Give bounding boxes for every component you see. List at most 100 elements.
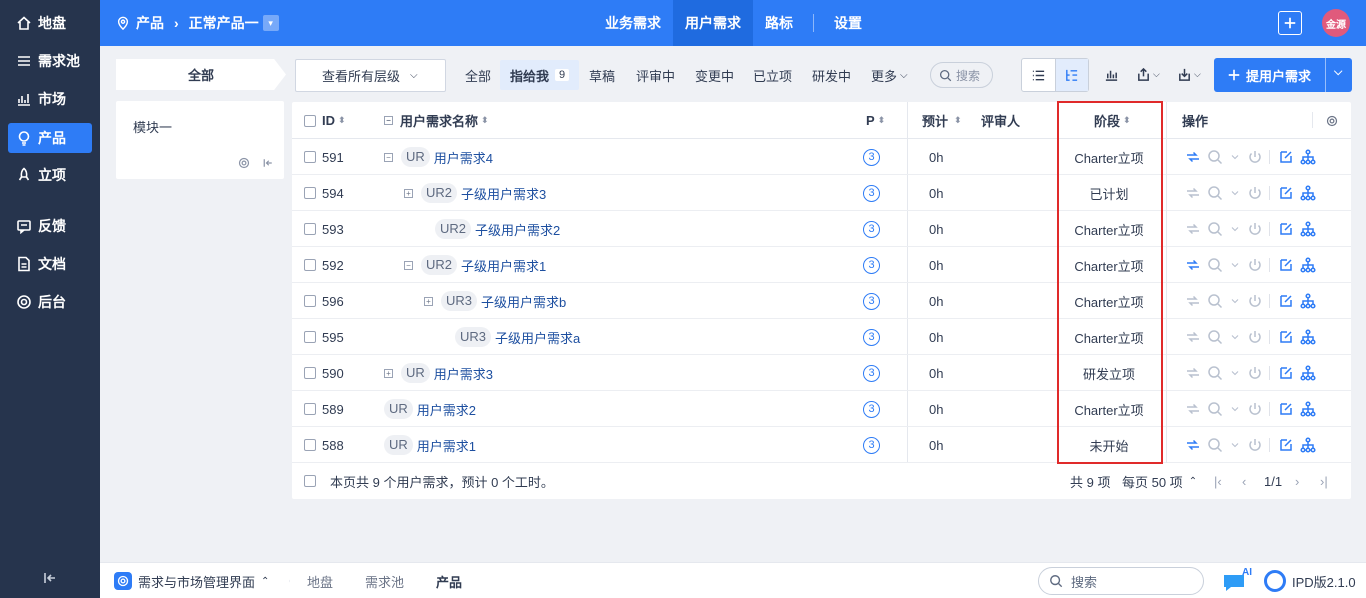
- tab-developing[interactable]: 研发中: [802, 60, 861, 90]
- transfer-icon[interactable]: [1185, 293, 1201, 309]
- product-switch-dropdown-icon[interactable]: ▾: [262, 15, 279, 31]
- list-view-button[interactable]: [1022, 59, 1055, 91]
- bottom-crumb-home[interactable]: 地盘: [307, 563, 333, 598]
- row-expander[interactable]: +: [384, 355, 401, 391]
- nav-user-demand[interactable]: 用户需求: [673, 0, 753, 46]
- prev-page-icon[interactable]: ‹: [1242, 463, 1246, 499]
- chevron-down-icon[interactable]: [1229, 221, 1241, 237]
- power-icon[interactable]: [1247, 437, 1263, 453]
- chevron-down-icon[interactable]: [1229, 185, 1241, 201]
- table-row[interactable]: 589 UR 用户需求2 3 0h Charter立项: [292, 391, 1351, 427]
- chevron-down-icon[interactable]: [1229, 149, 1241, 165]
- power-icon[interactable]: [1247, 149, 1263, 165]
- row-title[interactable]: UR2 子级用户需求2: [435, 211, 560, 247]
- search-icon[interactable]: [1207, 437, 1223, 453]
- tab-all[interactable]: 全部: [455, 60, 501, 90]
- sidebar-item-docs[interactable]: 文档: [8, 249, 92, 279]
- edit-icon[interactable]: [1278, 329, 1294, 345]
- transfer-icon[interactable]: [1185, 221, 1201, 237]
- row-expander[interactable]: −: [404, 247, 421, 283]
- column-reviewer[interactable]: 评审人: [981, 102, 1020, 139]
- edit-icon[interactable]: [1278, 257, 1294, 273]
- chevron-down-icon[interactable]: [1229, 257, 1241, 273]
- sidebar-item-demand-pool[interactable]: 需求池: [8, 46, 92, 76]
- chevron-down-icon[interactable]: [1229, 365, 1241, 381]
- transfer-icon[interactable]: [1185, 437, 1201, 453]
- import-button[interactable]: ⌵: [1177, 67, 1201, 82]
- edit-icon[interactable]: [1278, 365, 1294, 381]
- sidebar-item-home[interactable]: 地盘: [8, 8, 92, 38]
- hierarchy-icon[interactable]: [1300, 185, 1316, 201]
- tab-draft[interactable]: 草稿: [579, 60, 625, 90]
- sidebar-item-product[interactable]: 产品: [8, 123, 92, 153]
- transfer-icon[interactable]: [1185, 185, 1201, 201]
- search-icon[interactable]: [1207, 185, 1223, 201]
- row-checkbox[interactable]: [304, 391, 316, 427]
- ai-assistant-button[interactable]: AI: [1222, 567, 1256, 593]
- chevron-down-icon[interactable]: [1229, 293, 1241, 309]
- row-checkbox[interactable]: [304, 211, 316, 247]
- export-button[interactable]: ⌵: [1136, 67, 1160, 82]
- column-priority[interactable]: P ⬍: [866, 102, 885, 139]
- search-icon[interactable]: [1207, 401, 1223, 417]
- transfer-icon[interactable]: [1185, 257, 1201, 273]
- search-icon[interactable]: [1207, 329, 1223, 345]
- sidebar-item-admin[interactable]: 后台: [8, 287, 92, 317]
- row-title[interactable]: UR 用户需求4: [401, 139, 493, 175]
- bottom-crumb-product[interactable]: 产品: [436, 563, 462, 598]
- global-search[interactable]: 搜索: [1038, 567, 1204, 595]
- row-title[interactable]: UR 用户需求2: [384, 391, 476, 427]
- nav-business-demand[interactable]: 业务需求: [593, 0, 673, 46]
- row-title[interactable]: UR 用户需求1: [384, 427, 476, 463]
- column-settings-button[interactable]: [1326, 102, 1338, 139]
- table-row[interactable]: 592 − UR2 子级用户需求1 3 0h Charter立项: [292, 247, 1351, 283]
- module-all-tab[interactable]: 全部: [116, 59, 286, 90]
- row-checkbox[interactable]: [304, 355, 316, 391]
- tab-assigned-to-me[interactable]: 指给我 9: [500, 60, 580, 90]
- power-icon[interactable]: [1247, 293, 1263, 309]
- footer-checkbox[interactable]: [304, 463, 316, 499]
- search-icon[interactable]: [1207, 293, 1223, 309]
- column-name[interactable]: 用户需求名称 ⬍: [400, 102, 489, 139]
- row-title[interactable]: UR3 子级用户需求a: [455, 319, 580, 355]
- row-checkbox[interactable]: [304, 319, 316, 355]
- user-avatar[interactable]: 金源: [1322, 9, 1350, 37]
- nav-roadmap[interactable]: 路标: [753, 0, 805, 46]
- row-checkbox[interactable]: [304, 175, 316, 211]
- bottom-crumb-pool[interactable]: 需求池: [365, 563, 404, 598]
- first-page-icon[interactable]: |‹: [1214, 463, 1222, 499]
- power-icon[interactable]: [1247, 221, 1263, 237]
- hierarchy-icon[interactable]: [1300, 401, 1316, 417]
- row-title[interactable]: UR3 子级用户需求b: [441, 283, 566, 319]
- row-checkbox[interactable]: [304, 247, 316, 283]
- sidebar-item-feedback[interactable]: 反馈: [8, 211, 92, 241]
- collapse-panel-icon[interactable]: [262, 157, 274, 169]
- chevron-down-icon[interactable]: [1229, 329, 1241, 345]
- table-row[interactable]: 595 UR3 子级用户需求a 3 0h Charter立项: [292, 319, 1351, 355]
- search-icon[interactable]: [1207, 221, 1223, 237]
- row-expander[interactable]: −: [384, 139, 401, 175]
- settings-gear-icon[interactable]: [238, 157, 250, 169]
- add-user-demand-button[interactable]: 提用户需求 ⌵: [1214, 58, 1352, 92]
- select-all-checkbox[interactable]: [304, 102, 316, 139]
- transfer-icon[interactable]: [1185, 365, 1201, 381]
- row-title[interactable]: UR2 子级用户需求1: [421, 247, 546, 283]
- tab-approved[interactable]: 已立项: [743, 60, 802, 90]
- chevron-down-icon[interactable]: [1229, 401, 1241, 417]
- hierarchy-icon[interactable]: [1300, 149, 1316, 165]
- hierarchy-icon[interactable]: [1300, 329, 1316, 345]
- create-plus-button[interactable]: [1278, 11, 1302, 35]
- level-select[interactable]: 查看所有层级 ⌵: [295, 59, 446, 92]
- table-row[interactable]: 594 + UR2 子级用户需求3 3 0h 已计划: [292, 175, 1351, 211]
- breadcrumb-product[interactable]: 产品: [136, 13, 164, 33]
- power-icon[interactable]: [1247, 365, 1263, 381]
- report-button[interactable]: [1104, 67, 1119, 82]
- hierarchy-icon[interactable]: [1300, 221, 1316, 237]
- collapse-all-toggle[interactable]: −: [384, 102, 401, 139]
- hierarchy-icon[interactable]: [1300, 437, 1316, 453]
- search-icon[interactable]: [1207, 365, 1223, 381]
- chevron-down-icon[interactable]: ⌵: [1334, 66, 1342, 79]
- edit-icon[interactable]: [1278, 437, 1294, 453]
- row-expander[interactable]: +: [404, 175, 421, 211]
- page-size-select[interactable]: 每页 50 项 ⌃: [1122, 463, 1197, 499]
